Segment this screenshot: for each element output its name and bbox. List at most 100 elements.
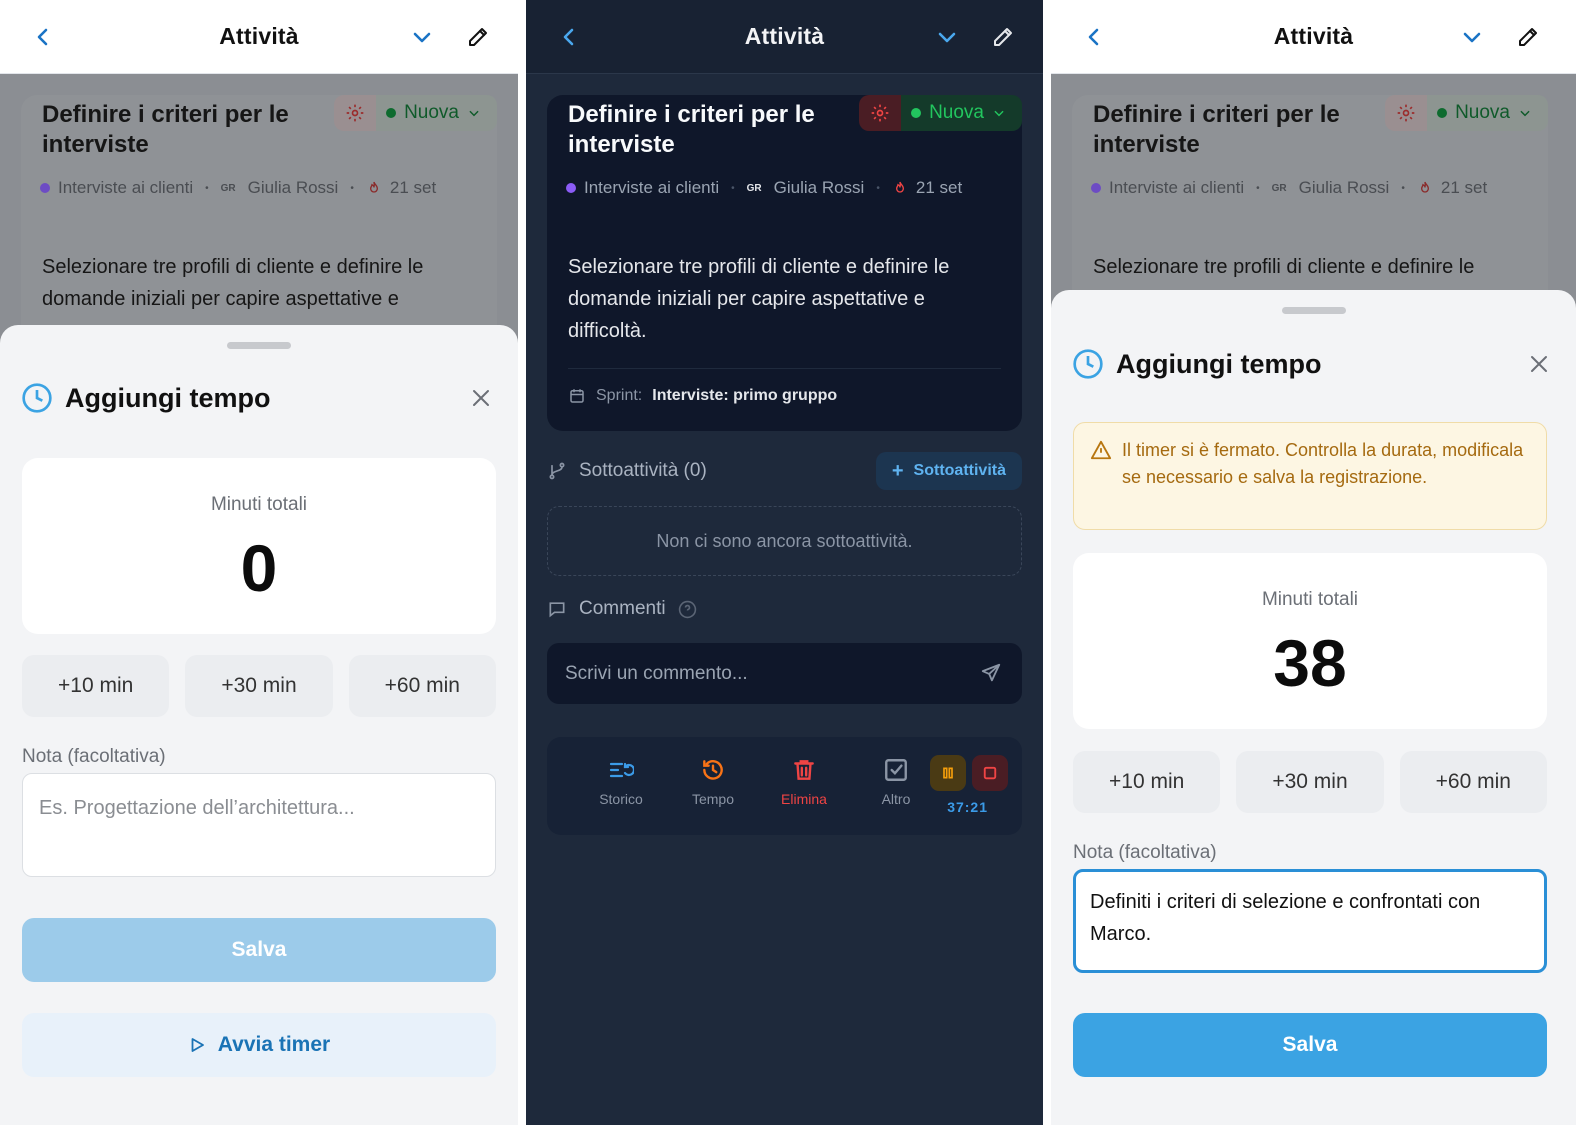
task-description: Selezionare tre profili di cliente e def… [1093,256,1475,278]
note-input[interactable]: Es. Progettazione dell’architettura... [22,773,496,877]
settings-button[interactable] [1385,95,1428,131]
more-button[interactable]: Altro [856,757,936,807]
status-group: Nuova [334,95,497,131]
history-button[interactable]: Storico [581,757,661,807]
comments-header: Commenti [547,598,697,620]
sprint-row: Sprint: Interviste: primo gruppo [568,387,837,405]
add-60-button[interactable]: +60 min [348,655,496,717]
save-button[interactable]: Salva [1073,1013,1547,1077]
status-dropdown[interactable]: Nuova [1427,95,1548,131]
subtasks-label: Sottoattività (0) [579,460,707,481]
start-timer-button[interactable]: Avvia timer [22,1013,496,1077]
clock-icon [22,383,52,413]
project-link[interactable]: Interviste ai clienti [1109,178,1244,198]
add-time-sheet: Aggiungi tempo Il timer si è fermato. Co… [1051,290,1576,1125]
settings-button[interactable] [859,95,902,131]
close-icon[interactable] [1527,352,1551,376]
edit-icon[interactable] [988,22,1018,52]
save-button[interactable]: Salva [22,918,496,982]
pause-button[interactable] [930,755,966,791]
chevron-down-icon [1520,110,1530,117]
chevron-down-icon[interactable] [1457,22,1487,52]
task-meta: Interviste ai clienti • GR Giulia Rossi … [40,178,436,198]
flame-icon [1420,181,1429,193]
add-10-button[interactable]: +10 min [22,655,170,717]
add-30-button[interactable]: +30 min [1236,751,1384,813]
add-subtask-button[interactable]: + Sottoattività [875,452,1022,490]
note-label: Nota (facoltativa) [1073,842,1217,863]
screen-task-detail-dark: Attività Definire i criteri per le inter… [526,0,1043,1125]
top-bar: Attività [0,0,518,74]
page-title: Attività [1273,23,1354,49]
settings-button[interactable] [334,95,377,131]
add-30-button[interactable]: +30 min [185,655,333,717]
play-icon [191,1038,204,1052]
time-button[interactable]: Tempo [673,757,753,807]
edit-icon[interactable] [463,22,493,52]
subtasks-header: Sottoattività (0) + Sottoattività [547,452,1022,490]
sheet-grabber[interactable] [1281,307,1346,314]
sprint-value[interactable]: Interviste: primo gruppo [652,387,837,405]
sprint-label: Sprint: [596,387,643,404]
pause-icon [943,767,953,779]
total-minutes-label: Minuti totali [1261,589,1359,610]
add-10-button[interactable]: +10 min [1073,751,1221,813]
chevron-down-icon [469,110,479,117]
chevron-down-icon[interactable] [407,22,437,52]
total-minutes-label: Minuti totali [210,494,308,515]
close-icon[interactable] [469,386,493,410]
project-link[interactable]: Interviste ai clienti [584,178,719,198]
avatar: GR [1271,182,1287,194]
flame-icon [895,181,904,193]
total-minutes-card: Minuti totali 0 [22,458,496,634]
clock-icon [1073,349,1103,379]
status-dot [1437,108,1448,118]
subtasks-empty: Non ci sono ancora sottoattività. [547,506,1022,576]
send-icon[interactable] [980,662,1002,684]
comment-input[interactable]: Scrivi un commento... [547,643,1022,704]
sheet-grabber[interactable] [227,342,291,349]
gear-icon [1397,104,1415,122]
sheet-title: Aggiungi tempo [1116,348,1322,379]
note-input[interactable]: Definiti i criteri di selezione e confro… [1073,869,1547,973]
task-title: Definire i criteri per le interviste [1093,101,1340,158]
chevron-down-icon[interactable] [932,22,962,52]
stop-button[interactable] [972,755,1008,791]
task-description: Selezionare tre profili di cliente e def… [568,256,950,342]
delete-button[interactable]: Elimina [764,757,844,807]
top-bar: Attività [526,0,1043,74]
add-time-sheet: Aggiungi tempo Minuti totali 0 +10 min +… [0,325,518,1125]
status-group: Nuova [1385,95,1548,131]
task-title: Definire i criteri per le interviste [42,101,289,158]
more-label: Altro [881,791,911,807]
status-label: Nuova [404,102,459,123]
page-title: Attività [744,23,825,49]
assignee[interactable]: Giulia Rossi [248,178,339,198]
quick-add-group: +10 min +30 min +60 min [1073,751,1547,813]
status-label: Nuova [929,102,984,123]
comments-label: Commenti [579,598,666,619]
due-date: 21 set [915,178,963,197]
warning-text: Il timer si è fermato. Controlla la dura… [1122,440,1524,487]
clock-history-icon [703,760,723,780]
project-link[interactable]: Interviste ai clienti [58,178,193,198]
add-60-button[interactable]: +60 min [1399,751,1547,813]
assignee[interactable]: Giulia Rossi [1299,178,1390,198]
chevron-down-icon [994,110,1004,117]
task-meta: Interviste ai clienti • GR Giulia Rossi … [566,178,962,198]
edit-icon[interactable] [1513,22,1543,52]
action-bar: Storico Tempo Elimina Altro 37:21 [547,737,1022,835]
project-dot [40,183,50,193]
plus-icon: + [891,459,904,482]
comment-icon [549,602,565,618]
assignee[interactable]: Giulia Rossi [774,178,865,198]
stop-icon [983,766,997,780]
flame-icon [369,181,378,193]
status-dropdown[interactable]: Nuova [901,95,1022,131]
status-dropdown[interactable]: Nuova [376,95,497,131]
sheet-title: Aggiungi tempo [65,382,271,413]
help-icon[interactable] [678,600,697,619]
screen-empty-sheet: Attività Definire i criteri per le inter… [0,0,518,1125]
checkbox-icon [885,759,907,781]
quick-add-group: +10 min +30 min +60 min [22,655,496,717]
